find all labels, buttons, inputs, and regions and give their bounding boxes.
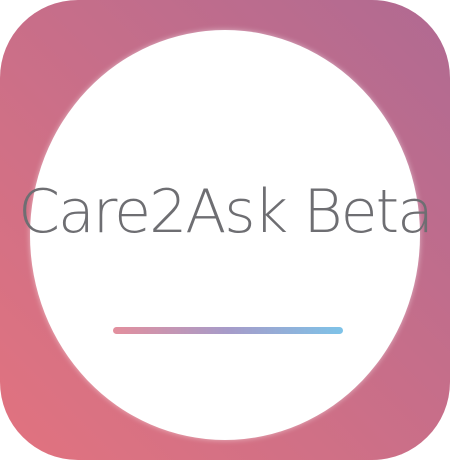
- app-name: Care2Ask Beta: [18, 177, 434, 247]
- app-icon-tile: Care2Ask Beta: [0, 0, 450, 460]
- gradient-underline: [113, 327, 343, 334]
